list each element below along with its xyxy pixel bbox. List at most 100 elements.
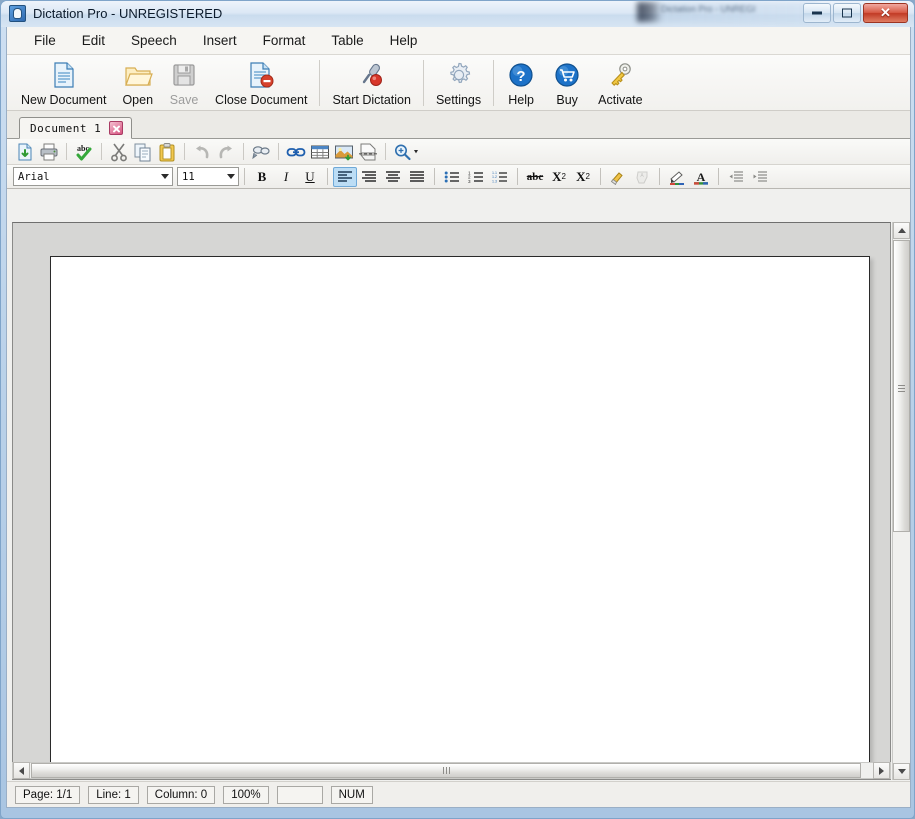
italic-button[interactable]: I <box>274 167 298 187</box>
start-dictation-button[interactable]: Start Dictation <box>324 58 419 108</box>
main-toolbar: New Document Open <box>7 55 910 111</box>
font-color-icon[interactable]: A <box>689 167 713 187</box>
menu-help[interactable]: Help <box>377 30 431 51</box>
document-canvas[interactable] <box>12 222 891 780</box>
align-right-icon[interactable] <box>381 167 405 187</box>
document-tab-strip: Document 1 <box>7 111 910 139</box>
subscript-button[interactable]: X2 <box>547 167 571 187</box>
open-button[interactable]: Open <box>114 58 161 108</box>
increase-indent-icon[interactable] <box>748 167 772 187</box>
close-tab-icon[interactable] <box>109 121 123 135</box>
toolbar-separator <box>101 143 102 160</box>
save-label: Save <box>170 93 199 107</box>
highlight-brush-icon[interactable] <box>606 167 630 187</box>
spellcheck-icon[interactable]: abc <box>73 141 95 163</box>
microphone-icon <box>9 5 26 22</box>
redo-arrow-icon[interactable] <box>215 141 237 163</box>
title-bar: Dictation Pro - UNREGI Dictation Pro - U… <box>1 1 914 27</box>
standard-toolbar: abc <box>7 139 910 165</box>
menu-format[interactable]: Format <box>250 30 319 51</box>
activate-button[interactable]: Activate <box>590 58 650 108</box>
status-zoom[interactable]: 100% <box>223 786 268 804</box>
new-document-label: New Document <box>21 93 106 107</box>
minimize-button[interactable] <box>803 3 831 23</box>
close-button[interactable]: ✕ <box>863 3 908 23</box>
chevron-down-icon[interactable] <box>158 168 172 185</box>
scroll-left-button[interactable] <box>13 762 30 779</box>
undo-arrow-icon[interactable] <box>191 141 213 163</box>
new-document-button[interactable]: New Document <box>13 58 114 108</box>
buy-button[interactable]: Buy <box>544 58 590 108</box>
scroll-up-button[interactable] <box>893 222 910 239</box>
document-page[interactable] <box>50 256 870 780</box>
toolbar-separator <box>423 60 424 106</box>
numbered-list-icon[interactable]: 123 <box>464 167 488 187</box>
menu-file[interactable]: File <box>21 30 69 51</box>
zoom-magnifier-icon[interactable] <box>392 141 422 163</box>
grip-icon <box>443 767 450 774</box>
insert-table-icon[interactable] <box>309 141 331 163</box>
hyperlink-chain-icon[interactable] <box>285 141 307 163</box>
format-painter-icon[interactable] <box>250 141 272 163</box>
decrease-indent-icon[interactable] <box>724 167 748 187</box>
vertical-scroll-thumb[interactable] <box>893 240 910 532</box>
save-button[interactable]: Save <box>161 58 207 108</box>
grip-icon <box>898 383 905 390</box>
new-document-icon <box>49 60 79 90</box>
vertical-scrollbar[interactable] <box>892 222 909 780</box>
bullet-list-icon[interactable] <box>440 167 464 187</box>
cut-scissors-icon[interactable] <box>108 141 130 163</box>
application-window: Dictation Pro - UNREGI Dictation Pro - U… <box>0 0 915 819</box>
scroll-right-button[interactable] <box>873 762 890 779</box>
align-justify-icon[interactable] <box>405 167 429 187</box>
text-highlight-pen-icon[interactable] <box>665 167 689 187</box>
underline-button[interactable]: U <box>298 167 322 187</box>
close-document-label: Close Document <box>215 93 307 107</box>
close-document-button[interactable]: Close Document <box>207 58 315 108</box>
chevron-down-icon <box>898 769 906 774</box>
export-document-icon[interactable] <box>14 141 36 163</box>
menu-speech[interactable]: Speech <box>118 30 190 51</box>
bold-button[interactable]: B <box>250 167 274 187</box>
copy-icon[interactable] <box>132 141 154 163</box>
font-size-combo[interactable]: 11 <box>177 167 239 186</box>
chevron-down-icon[interactable] <box>224 168 238 185</box>
strikethrough-button[interactable]: abc <box>523 167 547 187</box>
menu-insert[interactable]: Insert <box>190 30 250 51</box>
align-center-icon[interactable] <box>357 167 381 187</box>
toolbar-separator <box>66 143 67 160</box>
horizontal-scroll-thumb[interactable] <box>31 763 861 778</box>
clear-formatting-icon[interactable]: A <box>630 167 654 187</box>
maximize-icon <box>842 9 852 18</box>
toolbar-separator <box>718 168 719 185</box>
open-label: Open <box>122 93 153 107</box>
print-icon[interactable] <box>38 141 60 163</box>
toolbar-separator <box>184 143 185 160</box>
help-button[interactable]: ? Help <box>498 58 544 108</box>
svg-text:?: ? <box>517 68 526 85</box>
insert-image-icon[interactable] <box>333 141 355 163</box>
toolbar-separator <box>600 168 601 185</box>
tab-document-1[interactable]: Document 1 <box>19 117 132 139</box>
paste-clipboard-icon[interactable] <box>156 141 178 163</box>
horizontal-scrollbar[interactable] <box>12 762 891 779</box>
buy-label: Buy <box>556 93 578 107</box>
page-break-icon[interactable] <box>357 141 379 163</box>
maximize-button[interactable] <box>833 3 861 23</box>
font-name-value: Arial <box>14 171 158 183</box>
multilevel-list-icon[interactable]: 1.11.21.3 <box>488 167 512 187</box>
close-document-icon <box>246 60 276 90</box>
start-dictation-label: Start Dictation <box>332 93 411 107</box>
superscript-button[interactable]: X2 <box>571 167 595 187</box>
formatting-toolbar: Arial 11 B I U <box>7 165 910 189</box>
menu-table[interactable]: Table <box>318 30 376 51</box>
menu-bar: File Edit Speech Insert Format Table Hel… <box>7 27 910 55</box>
menu-edit[interactable]: Edit <box>69 30 118 51</box>
font-name-combo[interactable]: Arial <box>13 167 173 186</box>
settings-button[interactable]: Settings <box>428 58 489 108</box>
scroll-down-button[interactable] <box>893 763 910 780</box>
chevron-right-icon <box>879 767 884 775</box>
open-folder-icon <box>123 60 153 90</box>
subscript-x: X <box>552 169 561 185</box>
align-left-icon[interactable] <box>333 167 357 187</box>
